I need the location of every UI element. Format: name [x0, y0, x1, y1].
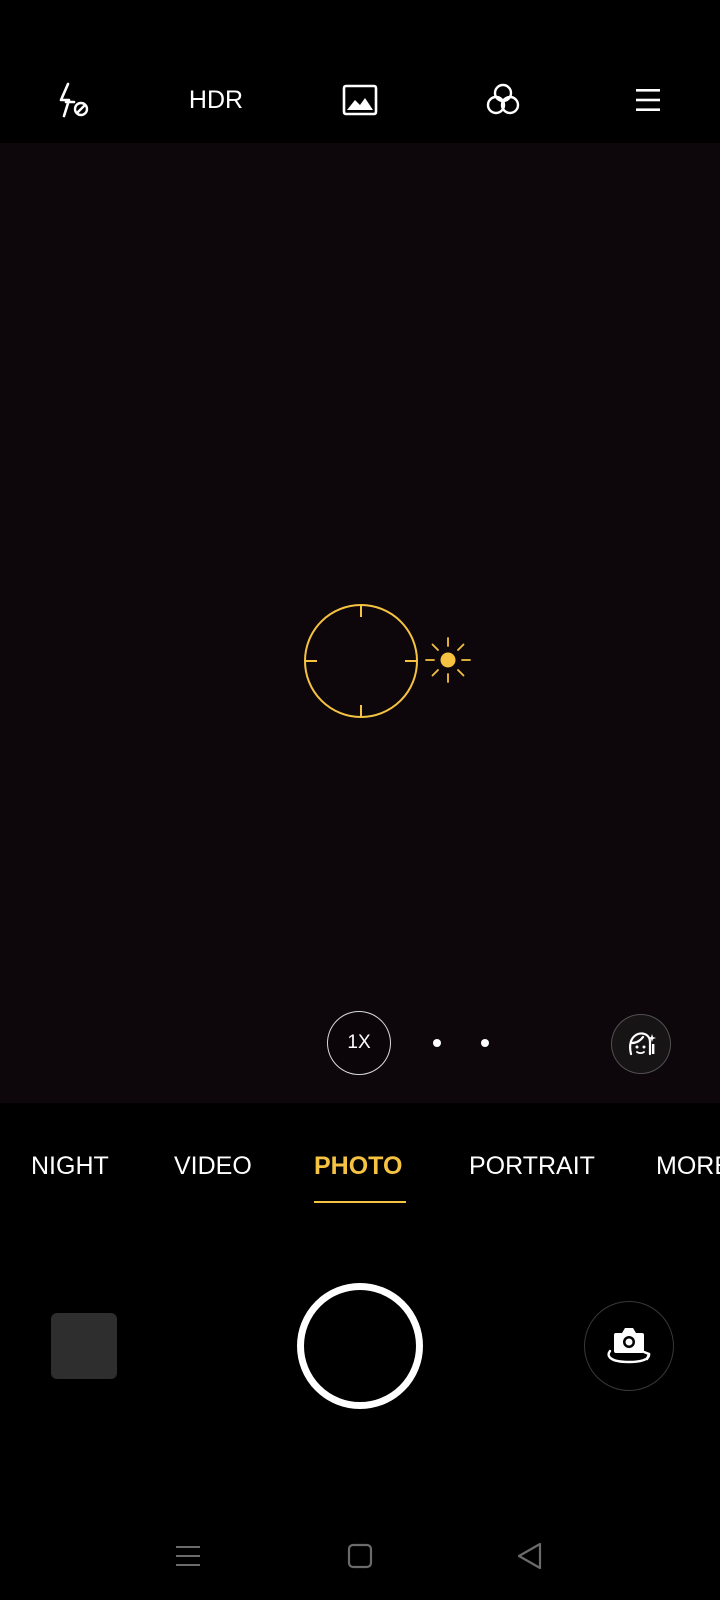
- back-icon: [517, 1542, 542, 1570]
- mode-video[interactable]: VIDEO: [174, 1148, 252, 1184]
- last-photo-thumbnail[interactable]: [51, 1313, 117, 1379]
- zoom-option-dot[interactable]: [433, 1039, 441, 1047]
- shutter-button[interactable]: [297, 1283, 423, 1409]
- beauty-button[interactable]: [611, 1014, 671, 1074]
- filters-icon: [486, 83, 520, 115]
- hdr-button[interactable]: HDR: [188, 72, 244, 128]
- flash-off-icon: [59, 82, 89, 118]
- hdr-label: HDR: [188, 85, 244, 114]
- flash-toggle-button[interactable]: [44, 72, 100, 128]
- focus-ring-icon: [304, 604, 418, 718]
- mode-portrait[interactable]: PORTRAIT: [469, 1148, 595, 1184]
- recents-icon: [176, 1546, 200, 1566]
- menu-icon: [636, 89, 660, 111]
- beauty-face-icon: [629, 1032, 656, 1056]
- recents-button[interactable]: [164, 1532, 212, 1580]
- home-button[interactable]: [336, 1532, 384, 1580]
- image-icon: [342, 84, 378, 116]
- zoom-1x-button[interactable]: 1X: [327, 1011, 391, 1075]
- active-mode-indicator: [314, 1201, 406, 1203]
- switch-camera-icon: [607, 1328, 651, 1364]
- gallery-mode-button[interactable]: [332, 72, 388, 128]
- menu-button[interactable]: [620, 72, 676, 128]
- mode-more[interactable]: MORE: [656, 1148, 720, 1184]
- zoom-label: 1X: [347, 1032, 371, 1053]
- home-icon: [347, 1543, 373, 1569]
- zoom-option-dot[interactable]: [481, 1039, 489, 1047]
- sun-icon[interactable]: [424, 636, 472, 684]
- switch-camera-button[interactable]: [584, 1301, 674, 1391]
- back-button[interactable]: [506, 1532, 554, 1580]
- mode-night[interactable]: NIGHT: [31, 1148, 109, 1184]
- mode-photo[interactable]: PHOTO: [314, 1148, 402, 1184]
- filters-button[interactable]: [475, 72, 531, 128]
